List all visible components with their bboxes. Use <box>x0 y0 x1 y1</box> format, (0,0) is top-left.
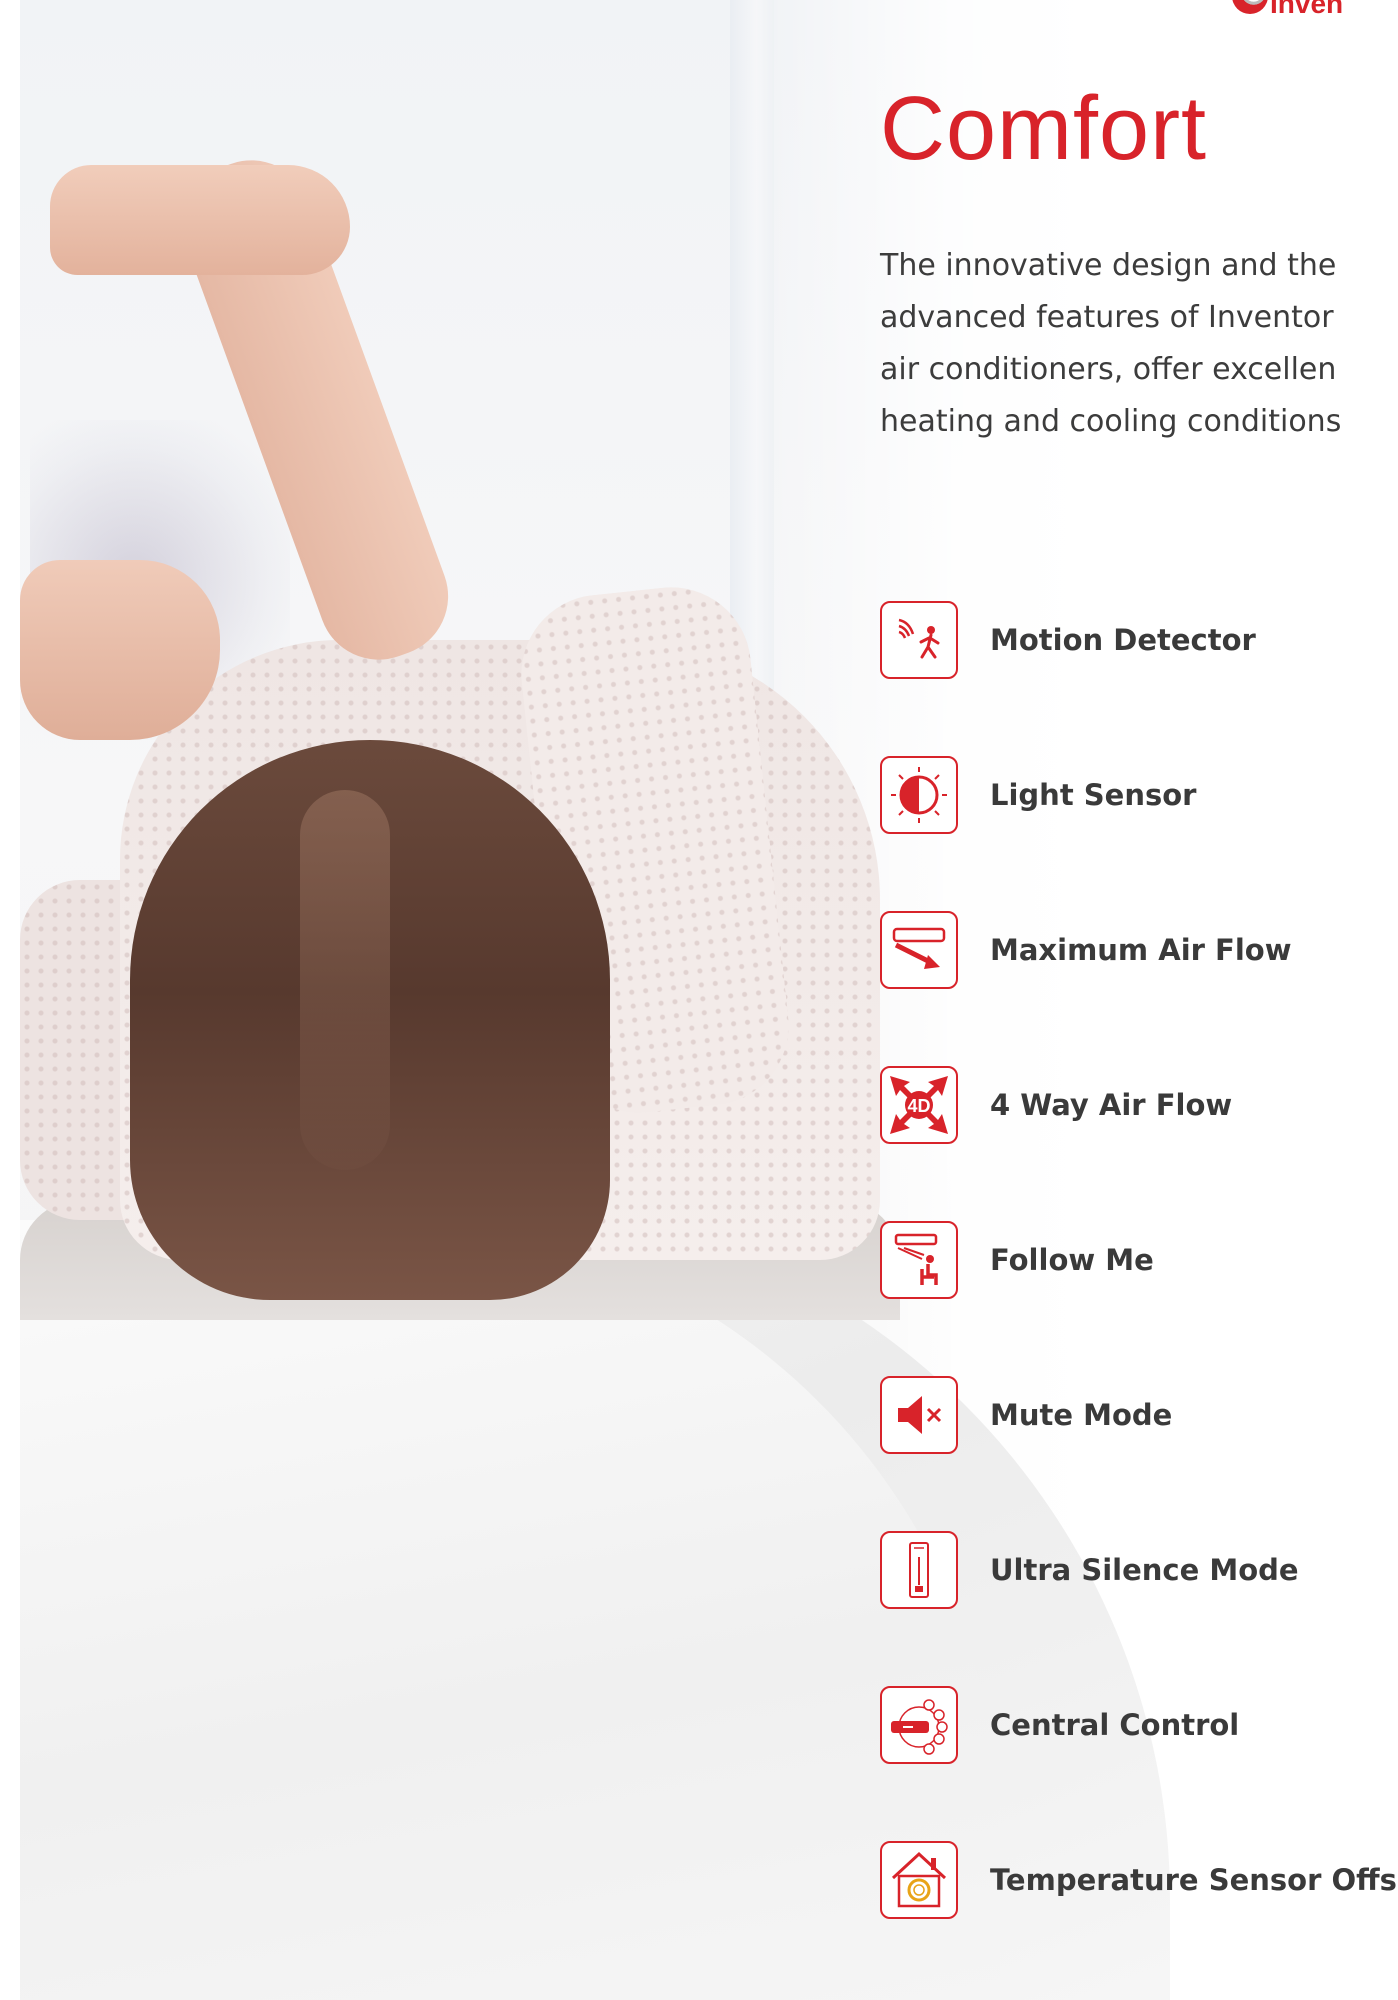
page-margin <box>0 0 20 2000</box>
brand-logo-text: Inven <box>1270 0 1344 19</box>
feature-label: Maximum Air Flow <box>990 933 1292 967</box>
raised-hand <box>50 165 350 275</box>
feature-label: Ultra Silence Mode <box>990 1553 1299 1587</box>
feature-label: Temperature Sensor Offse <box>990 1863 1398 1897</box>
page-title: Comfort <box>880 79 1208 179</box>
mute-icon <box>880 1376 958 1454</box>
four-way-air-flow-icon: 4D <box>880 1066 958 1144</box>
feature-item-4-way-air-flow: 4D 4 Way Air Flow <box>880 1065 1232 1145</box>
central-control-icon <box>880 1686 958 1764</box>
light-sensor-icon <box>880 756 958 834</box>
feature-item-motion-detector: Motion Detector <box>880 600 1256 680</box>
feature-label: Motion Detector <box>990 623 1256 657</box>
feature-label: Mute Mode <box>990 1398 1173 1432</box>
brand-logo: Inven <box>1232 0 1398 19</box>
feature-item-light-sensor: Light Sensor <box>880 755 1196 835</box>
intro-paragraph: The innovative design and the advanced f… <box>880 248 1342 439</box>
hair-highlight <box>300 790 390 1170</box>
feature-item-temperature-sensor-offset: Temperature Sensor Offse <box>880 1840 1398 1920</box>
motion-detector-icon <box>880 601 958 679</box>
ultra-silence-icon <box>880 1531 958 1609</box>
feature-label: Light Sensor <box>990 778 1197 812</box>
max-air-flow-icon <box>880 911 958 989</box>
feature-item-mute-mode: Mute Mode <box>880 1375 1172 1455</box>
feature-item-maximum-air-flow: Maximum Air Flow <box>880 910 1292 990</box>
feature-item-follow-me: Follow Me <box>880 1220 1154 1300</box>
four-way-icon-text: 4D <box>907 1096 930 1116</box>
feature-label: Central Control <box>990 1708 1240 1742</box>
temperature-sensor-offset-icon <box>880 1841 958 1919</box>
feature-label: 4 Way Air Flow <box>990 1088 1233 1122</box>
follow-me-icon <box>880 1221 958 1299</box>
left-hand <box>20 560 220 740</box>
feature-label: Follow Me <box>990 1243 1154 1277</box>
brand-logo-icon <box>1232 0 1268 14</box>
feature-item-ultra-silence-mode: Ultra Silence Mode <box>880 1530 1299 1610</box>
feature-item-central-control: Central Control <box>880 1685 1239 1765</box>
